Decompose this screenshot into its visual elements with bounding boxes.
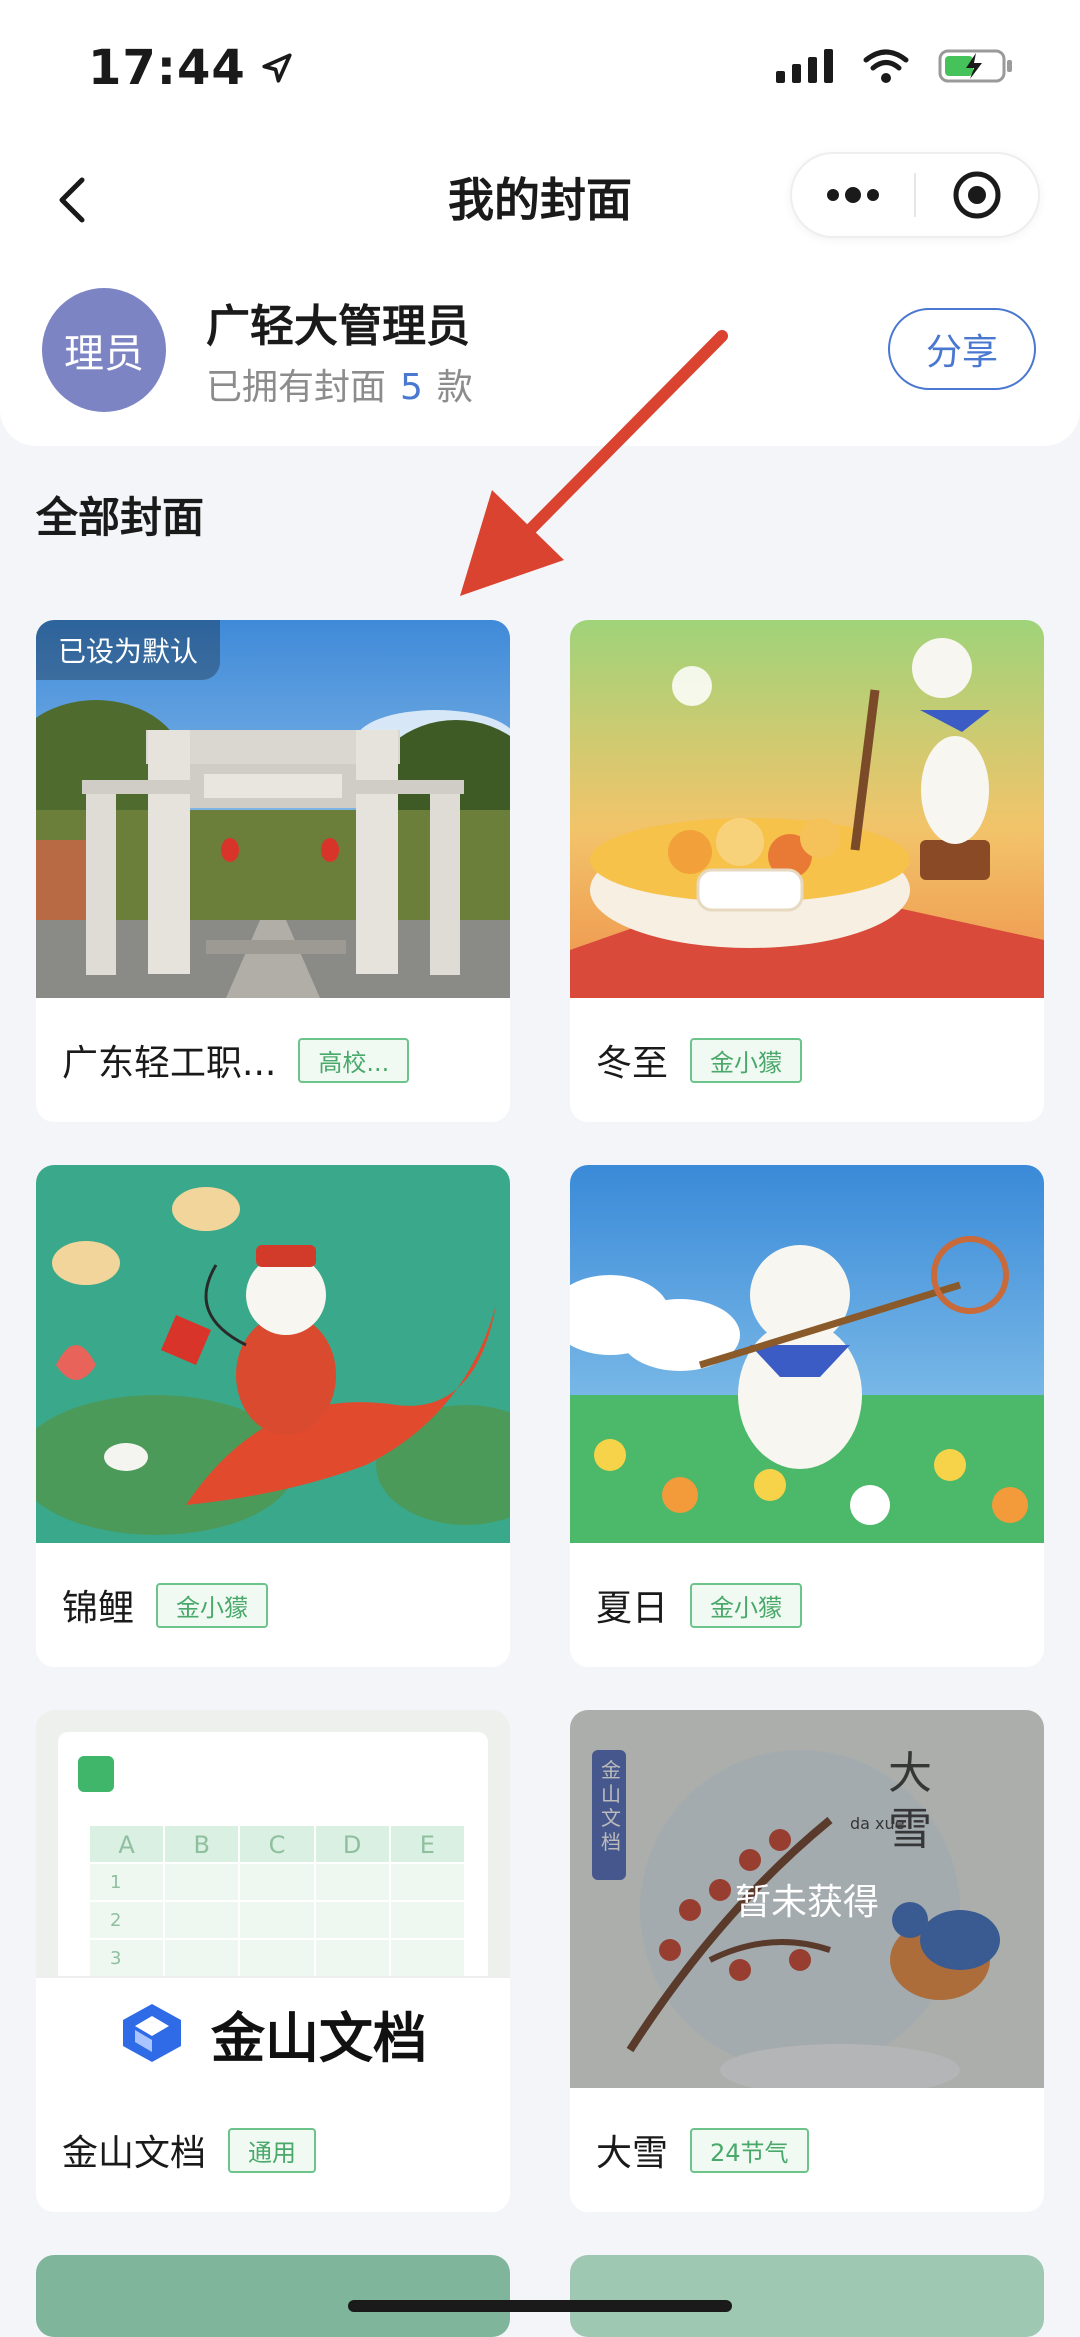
cover-tag: 通用	[228, 2127, 317, 2173]
sheet-row: 1	[90, 1864, 466, 1902]
sheet-row: 2	[90, 1902, 466, 1940]
cover-footer: 锦鲤 金小獴	[36, 1543, 510, 1667]
default-badge: 已设为默认	[36, 620, 221, 680]
cover-tag: 高校...	[298, 1037, 410, 1083]
cover-card[interactable]: 已设为默认 广东轻工职... 高校...	[36, 620, 510, 1122]
cover-footer: 冬至 金小獴	[570, 998, 1044, 1122]
sheet-row: 3	[90, 1940, 466, 1978]
cover-image-kingsoft-docs: ABCDE123 金山文档	[36, 1710, 510, 2088]
sheet-cell: E	[391, 1826, 466, 1862]
not-obtained-text: 暂未获得	[734, 1882, 879, 1923]
cover-name: 锦鲤	[62, 1588, 135, 1629]
not-obtained-overlay: 暂未获得	[570, 1710, 1044, 2088]
sheet-cell	[316, 1864, 391, 1900]
annotation-arrow	[460, 330, 728, 596]
sheet-cell: 1	[90, 1864, 166, 1900]
location-arrow-icon	[262, 53, 292, 83]
sheet-cell	[165, 1940, 241, 1976]
time-text: 17:44	[88, 40, 246, 96]
owned-prefix: 已拥有封面	[206, 367, 387, 408]
sheet-cell	[240, 1940, 316, 1976]
cover-image-partial	[36, 2255, 510, 2337]
cover-image-koi-lotus	[36, 1165, 510, 1543]
cover-name: 冬至	[596, 1043, 669, 1084]
cover-name: 大雪	[596, 2133, 669, 2174]
cover-image-partial	[570, 2255, 1044, 2337]
close-miniprogram-button[interactable]	[916, 152, 1038, 238]
cover-card[interactable]: 冬至 金小獴	[570, 620, 1044, 1122]
cover-image-summer-meadow	[570, 1165, 1044, 1543]
sheet-cell: 3	[90, 1940, 166, 1976]
miniprogram-capsule	[790, 152, 1040, 238]
cover-card[interactable]: 夏日 金小獴	[570, 1165, 1044, 1667]
cover-tag: 金小獴	[690, 1037, 803, 1083]
cover-card[interactable]: 金山文档 大雪 da xue 暂未获得 大雪 24节气	[570, 1710, 1044, 2212]
cover-name: 金山文档	[62, 2133, 207, 2174]
cover-footer: 广东轻工职... 高校...	[36, 998, 510, 1122]
owned-covers-summary: 已拥有封面 5 款	[206, 358, 473, 410]
nav-bar: 我的封面	[0, 140, 1080, 260]
sheet-app-icon	[78, 1756, 114, 1792]
sheet-cell	[391, 1864, 466, 1900]
home-indicator	[348, 2300, 732, 2312]
more-menu-button[interactable]	[792, 152, 914, 238]
cover-tag: 金小獴	[690, 1582, 803, 1628]
owned-count: 5	[400, 367, 423, 408]
cover-footer: 夏日 金小獴	[570, 1543, 1044, 1667]
sheet-grid: ABCDE123	[90, 1826, 466, 1978]
cover-card-partial[interactable]	[570, 2255, 1044, 2337]
sheet-cell	[391, 1902, 466, 1938]
avatar[interactable]: 理员	[42, 288, 166, 412]
cover-name: 广东轻工职...	[62, 1043, 277, 1084]
kingsoft-logo-text: 金山文档	[211, 2006, 427, 2070]
sheet-cell: C	[240, 1826, 316, 1862]
sheet-header-row: ABCDE	[90, 1826, 466, 1864]
cover-card-partial[interactable]	[36, 2255, 510, 2337]
cover-image-heavy-snow: 金山文档 大雪 da xue 暂未获得	[570, 1710, 1044, 2088]
section-title: 全部封面	[36, 493, 205, 542]
sheet-cell	[240, 1902, 316, 1938]
sheet-cell	[165, 1864, 241, 1900]
sheet-cell: 2	[90, 1902, 166, 1938]
sheet-cell	[165, 1902, 241, 1938]
cover-tag: 金小獴	[156, 1582, 269, 1628]
target-close-icon	[953, 171, 1001, 219]
more-dots-icon	[827, 187, 879, 203]
profile-name: 广轻大管理员	[206, 301, 470, 352]
cover-name: 夏日	[596, 1588, 669, 1629]
sheet-cell: D	[316, 1826, 391, 1862]
sheet-cell	[316, 1940, 391, 1976]
sheet-cell	[391, 1940, 466, 1976]
cover-footer: 大雪 24节气	[570, 2088, 1044, 2212]
kingsoft-docs-logo-icon	[123, 2004, 181, 2062]
signal-icon	[776, 49, 833, 83]
status-time: 17:44	[88, 40, 294, 96]
battery-charging-icon	[938, 49, 1012, 83]
cover-image-tangyuan-bowl	[570, 620, 1044, 998]
wifi-icon	[863, 49, 909, 83]
cover-card[interactable]: ABCDE123 金山文档 金山文档 通用	[36, 1710, 510, 2212]
cover-tag: 24节气	[690, 2127, 809, 2173]
sheet-cell	[240, 1864, 316, 1900]
kingsoft-logo-bar: 金山文档	[36, 1976, 510, 2088]
cover-card[interactable]: 锦鲤 金小獴	[36, 1165, 510, 1667]
cover-footer: 金山文档 通用	[36, 2088, 510, 2212]
sheet-cell: B	[165, 1826, 241, 1862]
sheet-cell: A	[90, 1826, 166, 1862]
share-button[interactable]: 分享	[888, 308, 1036, 390]
status-bar: 17:44	[0, 0, 1080, 140]
sheet-cell	[316, 1902, 391, 1938]
